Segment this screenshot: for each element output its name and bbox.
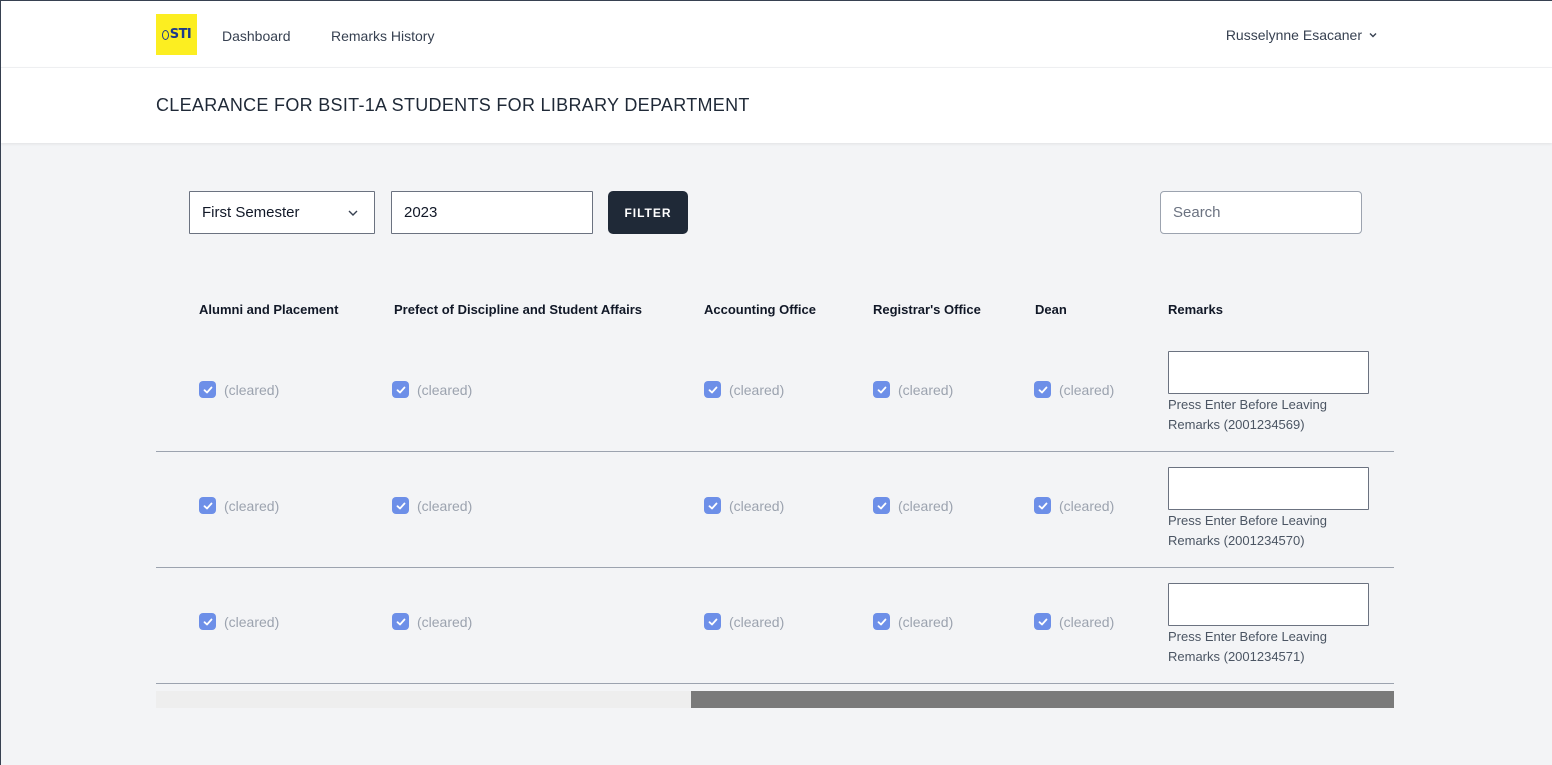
cleared-checkbox[interactable] [704, 381, 721, 398]
status-cell-dean: (cleared) [1034, 497, 1114, 514]
nav-link-remarks-history[interactable]: Remarks History [331, 28, 434, 44]
status-cell-dean: (cleared) [1034, 381, 1114, 398]
user-menu[interactable]: Russelynne Esacaner [1226, 27, 1378, 43]
remark-hint: Press Enter Before Leaving Remarks (20012… [1168, 627, 1368, 667]
column-header-prefect: Prefect of Discipline and Student Affair… [394, 302, 643, 317]
globe-icon [161, 29, 169, 40]
cleared-checkbox[interactable] [704, 497, 721, 514]
filter-button[interactable]: FILTER [608, 191, 688, 234]
status-cell-registrar: (cleared) [873, 381, 953, 398]
remark-hint-student-id: Remarks (2001234569) [1168, 417, 1305, 432]
check-icon [708, 386, 717, 393]
status-cell-registrar: (cleared) [873, 497, 953, 514]
check-icon [203, 502, 212, 509]
remark-hint: Press Enter Before Leaving Remarks (20012… [1168, 395, 1368, 435]
status-label: (cleared) [224, 613, 280, 630]
status-cell-accounting: (cleared) [704, 613, 784, 630]
check-icon [203, 618, 212, 625]
status-label: (cleared) [729, 613, 785, 630]
remark-hint-line: Press Enter Before Leaving [1168, 629, 1327, 644]
check-icon [877, 502, 886, 509]
status-label: (cleared) [417, 381, 473, 398]
cleared-checkbox[interactable] [1034, 497, 1051, 514]
status-cell-dean: (cleared) [1034, 613, 1114, 630]
remark-input[interactable] [1168, 467, 1369, 510]
semester-select-value: First Semester [202, 204, 300, 221]
cleared-checkbox[interactable] [873, 613, 890, 630]
status-label: (cleared) [729, 497, 785, 514]
cleared-checkbox[interactable] [199, 613, 216, 630]
status-label: (cleared) [729, 381, 785, 398]
logo-text: STI [169, 27, 192, 42]
horizontal-scrollbar-thumb[interactable] [691, 691, 1394, 708]
remark-hint: Press Enter Before Leaving Remarks (20012… [1168, 511, 1368, 551]
remark-hint-student-id: Remarks (2001234570) [1168, 533, 1305, 548]
check-icon [1038, 386, 1047, 393]
check-icon [396, 386, 405, 393]
check-icon [1038, 618, 1047, 625]
nav-link-dashboard[interactable]: Dashboard [222, 28, 291, 44]
search-input[interactable] [1160, 191, 1362, 234]
status-label: (cleared) [224, 497, 280, 514]
column-header-registrar: Registrar's Office [873, 302, 981, 317]
check-icon [708, 502, 717, 509]
check-icon [396, 502, 405, 509]
status-cell-alumni: (cleared) [199, 497, 279, 514]
status-cell-registrar: (cleared) [873, 613, 953, 630]
cleared-checkbox[interactable] [199, 381, 216, 398]
status-label: (cleared) [417, 613, 473, 630]
column-header-accounting: Accounting Office [704, 302, 816, 317]
chevron-down-icon [348, 210, 358, 216]
cleared-checkbox[interactable] [1034, 381, 1051, 398]
status-cell-accounting: (cleared) [704, 497, 784, 514]
remark-input[interactable] [1168, 351, 1369, 394]
column-header-dean: Dean [1035, 302, 1067, 317]
status-cell-alumni: (cleared) [199, 613, 279, 630]
column-header-remarks: Remarks [1168, 302, 1223, 317]
cleared-checkbox[interactable] [1034, 613, 1051, 630]
remark-hint-line: Press Enter Before Leaving [1168, 513, 1327, 528]
chevron-down-icon [1369, 33, 1377, 38]
cleared-checkbox[interactable] [704, 613, 721, 630]
status-cell-alumni: (cleared) [199, 381, 279, 398]
status-cell-prefect: (cleared) [392, 497, 472, 514]
page-title: CLEARANCE FOR BSIT-1A STUDENTS FOR LIBRA… [156, 95, 750, 115]
cleared-checkbox[interactable] [873, 497, 890, 514]
year-input[interactable] [391, 191, 593, 234]
sti-logo[interactable]: STI [156, 14, 197, 55]
status-label: (cleared) [224, 381, 280, 398]
check-icon [203, 386, 212, 393]
cleared-checkbox[interactable] [199, 497, 216, 514]
status-label: (cleared) [1059, 613, 1115, 630]
top-navbar: STI Dashboard Remarks History Russelynne… [1, 1, 1552, 68]
check-icon [877, 618, 886, 625]
status-label: (cleared) [898, 381, 954, 398]
remark-hint-student-id: Remarks (2001234571) [1168, 649, 1305, 664]
status-cell-prefect: (cleared) [392, 381, 472, 398]
check-icon [708, 618, 717, 625]
semester-select[interactable]: First Semester [189, 191, 375, 234]
column-header-alumni: Alumni and Placement [199, 302, 339, 317]
cleared-checkbox[interactable] [392, 381, 409, 398]
status-label: (cleared) [898, 497, 954, 514]
user-name: Russelynne Esacaner [1225, 27, 1362, 43]
remark-input[interactable] [1168, 583, 1369, 626]
status-label: (cleared) [417, 497, 473, 514]
status-label: (cleared) [898, 613, 954, 630]
status-label: (cleared) [1059, 497, 1115, 514]
status-cell-accounting: (cleared) [704, 381, 784, 398]
check-icon [877, 386, 886, 393]
cleared-checkbox[interactable] [392, 497, 409, 514]
cleared-checkbox[interactable] [873, 381, 890, 398]
status-cell-prefect: (cleared) [392, 613, 472, 630]
remark-hint-line: Press Enter Before Leaving [1168, 397, 1327, 412]
check-icon [396, 618, 405, 625]
status-label: (cleared) [1059, 381, 1115, 398]
check-icon [1038, 502, 1047, 509]
cleared-checkbox[interactable] [392, 613, 409, 630]
page-header: CLEARANCE FOR BSIT-1A STUDENTS FOR LIBRA… [1, 68, 1552, 143]
